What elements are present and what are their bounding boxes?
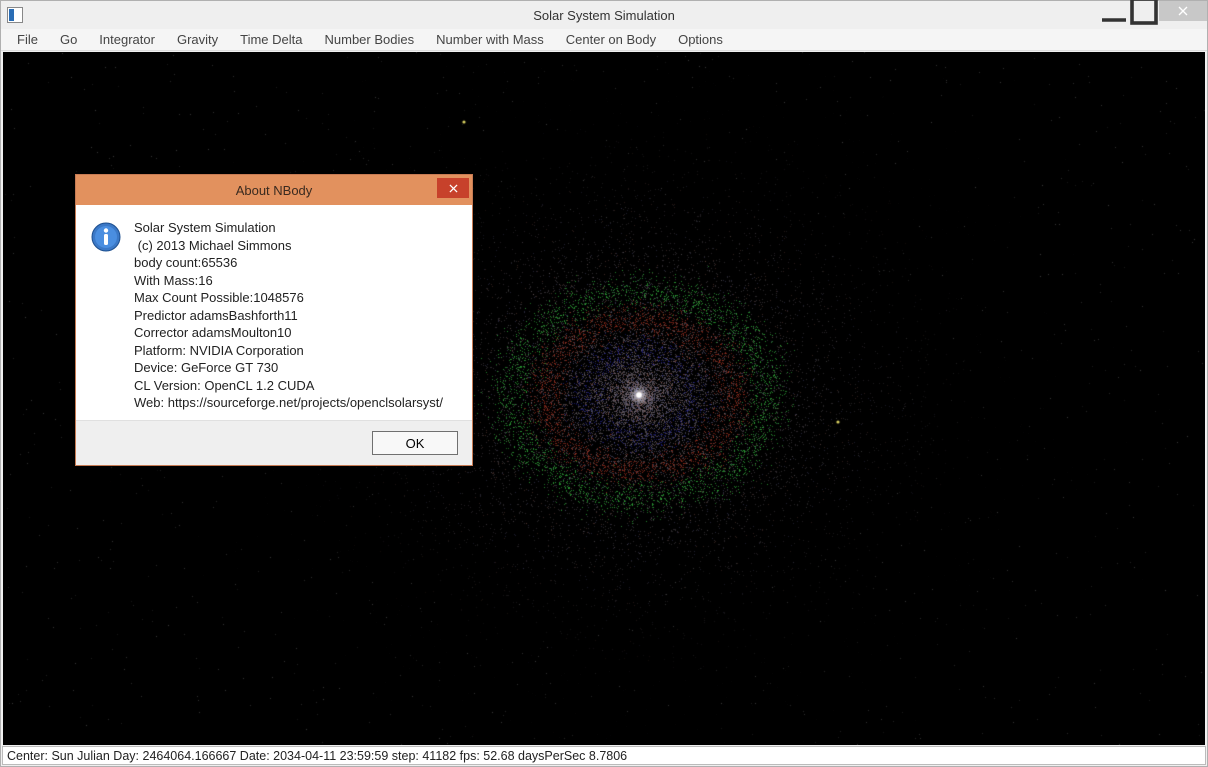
close-button[interactable]: [1159, 1, 1207, 21]
dialog-title: About NBody: [76, 183, 472, 198]
menu-time-delta[interactable]: Time Delta: [230, 30, 312, 49]
dialog-line: Solar System Simulation: [134, 219, 443, 237]
menu-number-bodies[interactable]: Number Bodies: [315, 30, 425, 49]
dialog-text: Solar System Simulation (c) 2013 Michael…: [134, 219, 443, 412]
app-icon: [7, 7, 23, 23]
ok-button-label: OK: [406, 436, 425, 451]
maximize-button[interactable]: [1129, 1, 1159, 21]
menu-options[interactable]: Options: [668, 30, 733, 49]
dialog-close-button[interactable]: [437, 178, 469, 198]
menu-go[interactable]: Go: [50, 30, 87, 49]
window-controls: [1099, 1, 1207, 21]
titlebar: Solar System Simulation: [1, 1, 1207, 29]
info-icon: [90, 221, 122, 253]
dialog-footer: OK: [76, 420, 472, 465]
menu-file[interactable]: File: [7, 30, 48, 49]
window-title: Solar System Simulation: [1, 8, 1207, 23]
dialog-line: Web: https://sourceforge.net/projects/op…: [134, 394, 443, 412]
menu-number-with-mass[interactable]: Number with Mass: [426, 30, 554, 49]
about-dialog: About NBody Solar System Simulation (c) …: [75, 174, 473, 466]
minimize-button[interactable]: [1099, 1, 1129, 21]
status-bar: Center: Sun Julian Day: 2464064.166667 D…: [2, 746, 1206, 765]
dialog-line: Device: GeForce GT 730: [134, 359, 443, 377]
dialog-line: With Mass:16: [134, 272, 443, 290]
dialog-line: Max Count Possible:1048576: [134, 289, 443, 307]
menu-center-on-body[interactable]: Center on Body: [556, 30, 666, 49]
menu-gravity[interactable]: Gravity: [167, 30, 228, 49]
dialog-line: body count:65536: [134, 254, 443, 272]
dialog-titlebar[interactable]: About NBody: [76, 175, 472, 205]
dialog-line: Predictor adamsBashforth11: [134, 307, 443, 325]
dialog-line: CL Version: OpenCL 1.2 CUDA: [134, 377, 443, 395]
ok-button[interactable]: OK: [372, 431, 458, 455]
dialog-line: Corrector adamsMoulton10: [134, 324, 443, 342]
menubar: FileGoIntegratorGravityTime DeltaNumber …: [1, 29, 1207, 51]
status-text: Center: Sun Julian Day: 2464064.166667 D…: [7, 749, 627, 763]
dialog-body: Solar System Simulation (c) 2013 Michael…: [76, 205, 472, 420]
main-window: Solar System Simulation FileGoIntegrator…: [0, 0, 1208, 767]
dialog-line: (c) 2013 Michael Simmons: [134, 237, 443, 255]
menu-integrator[interactable]: Integrator: [89, 30, 165, 49]
dialog-line: Platform: NVIDIA Corporation: [134, 342, 443, 360]
